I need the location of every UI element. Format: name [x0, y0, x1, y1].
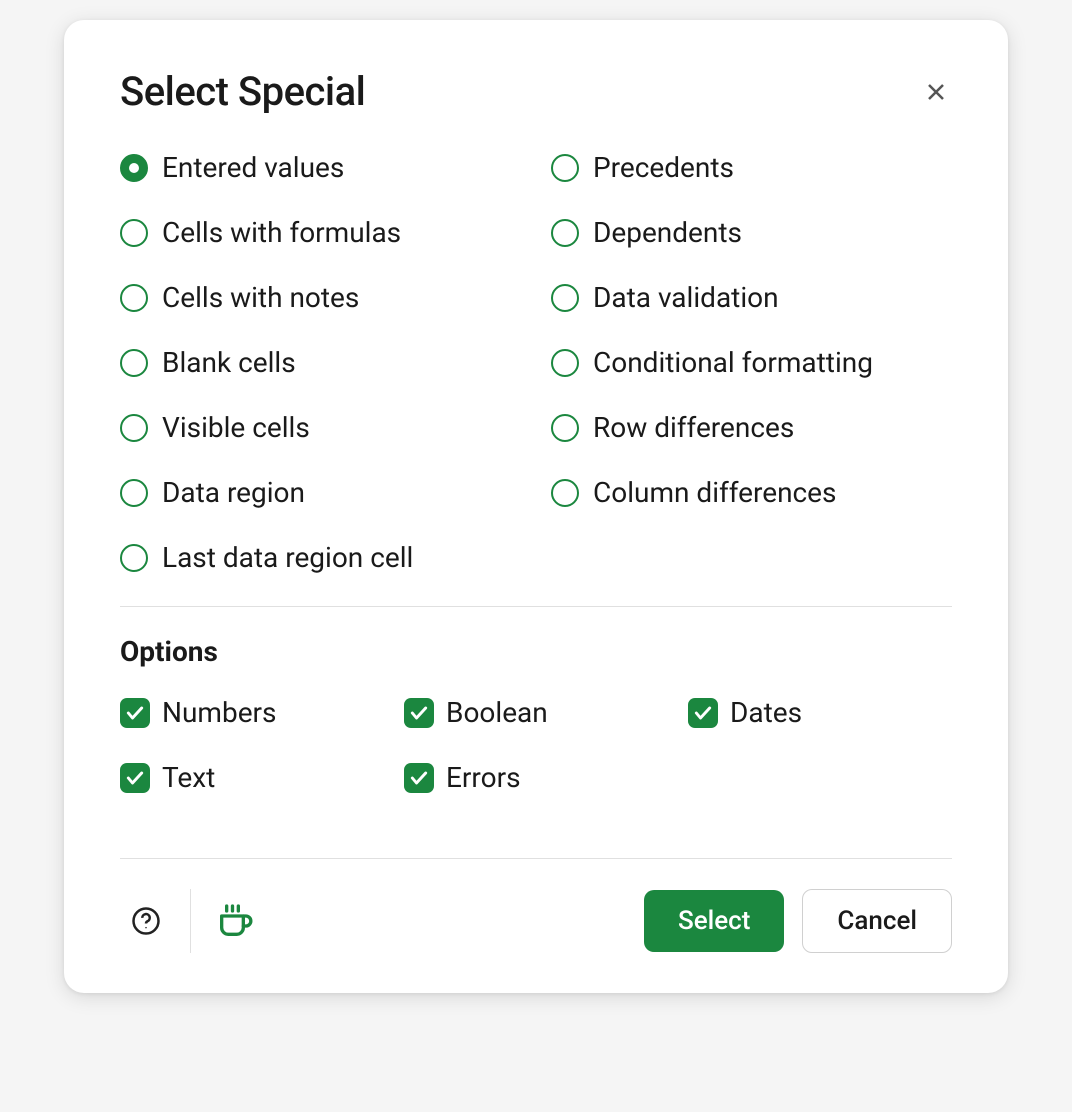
radio-label: Dependents [593, 216, 742, 249]
radio-entered-values[interactable]: Entered values [120, 151, 521, 184]
radio-label: Cells with formulas [162, 216, 401, 249]
radio-label: Precedents [593, 151, 734, 184]
radio-icon [120, 219, 148, 247]
coffee-button[interactable] [209, 895, 261, 947]
radio-icon [551, 219, 579, 247]
checkbox-boolean[interactable]: Boolean [404, 696, 668, 729]
radio-icon [120, 414, 148, 442]
radio-icon [120, 544, 148, 572]
radio-icon [551, 414, 579, 442]
select-special-dialog: Select Special Entered values Cells with… [64, 20, 1008, 993]
radio-icon [551, 479, 579, 507]
coffee-icon [215, 901, 255, 941]
radio-visible-cells[interactable]: Visible cells [120, 411, 521, 444]
dialog-header: Select Special [120, 68, 952, 115]
radio-label: Last data region cell [162, 541, 413, 574]
radio-icon [120, 479, 148, 507]
select-button[interactable]: Select [644, 890, 784, 952]
radio-icon [120, 349, 148, 377]
radio-label: Data validation [593, 281, 779, 314]
radio-label: Conditional formatting [593, 346, 873, 379]
radio-conditional-formatting[interactable]: Conditional formatting [551, 346, 952, 379]
radio-cells-with-notes[interactable]: Cells with notes [120, 281, 521, 314]
options-checkboxes: Numbers Boolean Dates Text Errors [120, 696, 952, 794]
checkbox-dates[interactable]: Dates [688, 696, 952, 729]
options-heading: Options [120, 635, 952, 668]
radio-label: Blank cells [162, 346, 296, 379]
checkbox-label: Numbers [162, 696, 276, 729]
help-icon [131, 906, 161, 936]
dialog-footer: Select Cancel [120, 858, 952, 953]
radio-dependents[interactable]: Dependents [551, 216, 952, 249]
checkbox-icon [120, 763, 150, 793]
radio-icon [120, 154, 148, 182]
checkbox-label: Dates [730, 696, 802, 729]
footer-left [120, 889, 261, 953]
radio-data-validation[interactable]: Data validation [551, 281, 952, 314]
radio-cells-with-formulas[interactable]: Cells with formulas [120, 216, 521, 249]
radio-label: Row differences [593, 411, 794, 444]
cancel-button[interactable]: Cancel [802, 889, 952, 953]
vertical-divider [190, 889, 191, 953]
radio-last-data-region-cell[interactable]: Last data region cell [120, 541, 521, 574]
checkbox-text[interactable]: Text [120, 761, 384, 794]
checkbox-icon [688, 698, 718, 728]
checkbox-numbers[interactable]: Numbers [120, 696, 384, 729]
checkbox-icon [404, 763, 434, 793]
radio-label: Data region [162, 476, 305, 509]
radio-icon [551, 284, 579, 312]
radio-data-region[interactable]: Data region [120, 476, 521, 509]
radio-row-differences[interactable]: Row differences [551, 411, 952, 444]
radio-icon [551, 154, 579, 182]
dialog-title: Select Special [120, 68, 365, 115]
radio-precedents[interactable]: Precedents [551, 151, 952, 184]
radio-label: Cells with notes [162, 281, 359, 314]
radio-blank-cells[interactable]: Blank cells [120, 346, 521, 379]
checkbox-label: Errors [446, 761, 521, 794]
radio-label: Column differences [593, 476, 836, 509]
section-divider [120, 606, 952, 607]
selection-type-radios: Entered values Cells with formulas Cells… [120, 151, 952, 574]
checkbox-label: Boolean [446, 696, 548, 729]
radio-icon [551, 349, 579, 377]
help-button[interactable] [120, 895, 172, 947]
radio-column-differences[interactable]: Column differences [551, 476, 952, 509]
checkbox-icon [404, 698, 434, 728]
checkbox-icon [120, 698, 150, 728]
close-button[interactable] [920, 76, 952, 108]
checkbox-errors[interactable]: Errors [404, 761, 668, 794]
radio-icon [120, 284, 148, 312]
close-icon [924, 80, 948, 104]
checkbox-label: Text [162, 761, 215, 794]
radio-label: Visible cells [162, 411, 310, 444]
radio-label: Entered values [162, 151, 344, 184]
